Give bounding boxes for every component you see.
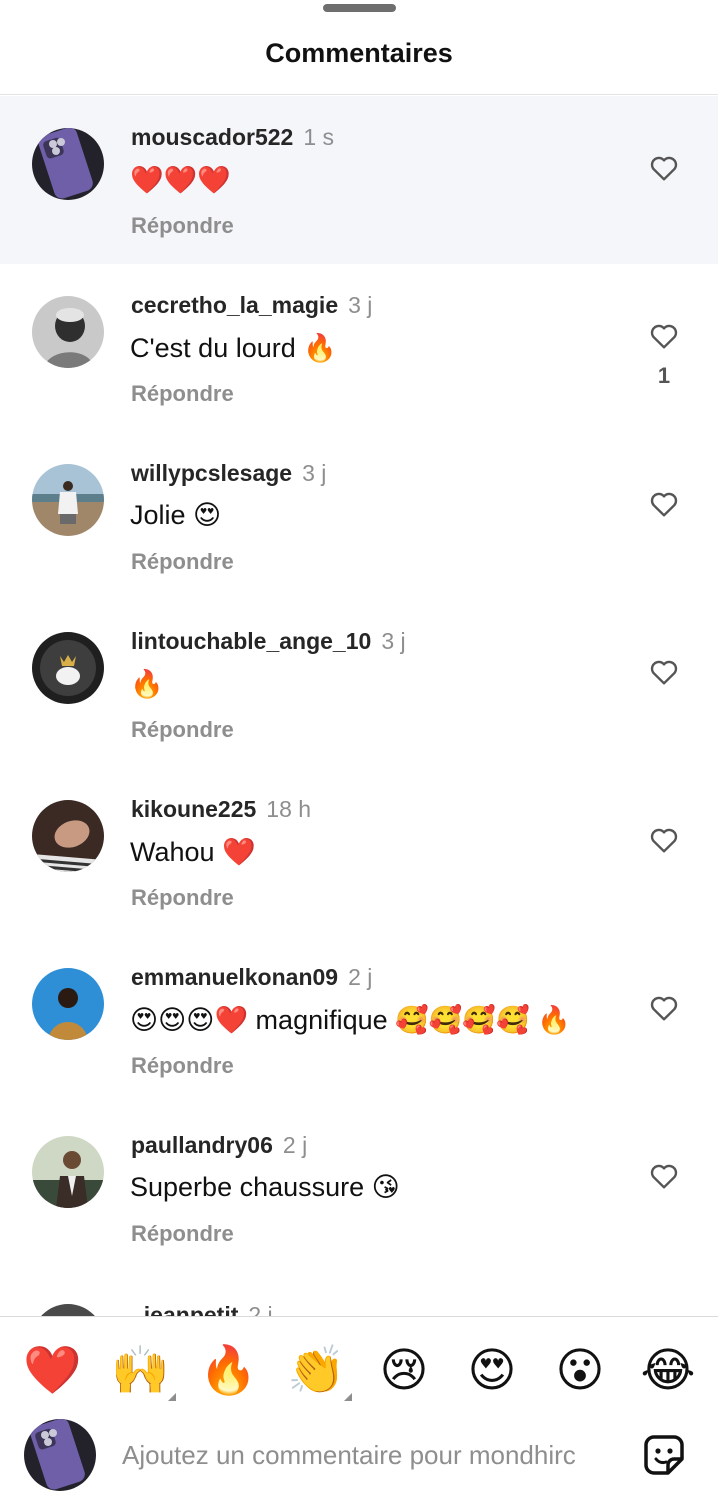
comment-time: 2 j [248,1302,273,1316]
comment-item-partial: _jeanpetit 2 j [0,1292,718,1316]
comment-meta: paullandry06 2 j [131,1132,307,1159]
quick-reactions-row: ❤️ 🙌 🔥 👏 😢 😍 😮 😂 [0,1341,718,1401]
comment-username[interactable]: willypcslesage [131,460,292,486]
comment-text: Superbe chaussure 😘 [130,1172,400,1202]
comment-text: ❤️❤️❤️ [130,165,231,195]
comment-username[interactable]: paullandry06 [131,1132,273,1158]
avatar[interactable] [32,128,104,200]
current-user-avatar [24,1419,96,1491]
comment-time: 3 j [302,460,327,486]
person-avatar-image [32,296,104,368]
sticker-smiley-icon[interactable] [640,1431,688,1479]
avatar[interactable] [32,800,104,872]
comment-text: Wahou ❤️ [130,837,256,867]
comment-text: Jolie 😍 [130,500,222,530]
reply-button[interactable]: Répondre [131,885,234,911]
page-title: Commentaires [265,38,453,68]
comment-meta: cecretho_la_magie 3 j [131,292,372,319]
phone-avatar-image [32,128,104,200]
avatar[interactable] [32,632,104,704]
reaction-fire-button[interactable]: 🔥 [199,1341,258,1399]
comment-time: 2 j [348,964,373,990]
heart-outline-icon[interactable] [647,824,681,856]
comment-item: emmanuelkonan09 2 j 😍😍😍❤️ magnifique 🥰🥰🥰🥰… [0,936,718,1104]
comment-time: 3 j [381,628,406,654]
reaction-raised-hands-button[interactable]: 🙌 [111,1341,170,1399]
phone-avatar-image [24,1419,96,1491]
composer-input-row [0,1417,718,1497]
reaction-clap-button[interactable]: 👏 [287,1341,346,1399]
comment-time: 2 j [282,1132,308,1158]
comment-username[interactable]: kikoune225 [131,796,256,822]
reaction-surprised-button[interactable]: 😮 [551,1341,609,1399]
comment-meta: _jeanpetit 2 j [131,1302,273,1316]
comment-meta: emmanuelkonan09 2 j [131,964,372,991]
avatar[interactable] [32,968,104,1040]
dark-avatar-image [32,632,104,704]
person-avatar-image [32,1136,104,1208]
comments-header: Commentaires [0,0,718,95]
skin-tone-indicator [168,1393,176,1401]
comment-composer-bar: ❤️ 🙌 🔥 👏 😢 😍 😮 😂 [0,1316,718,1512]
comment-item: kikoune225 18 h Wahou ❤️ Répondre [0,768,718,936]
comment-meta: lintouchable_ange_10 3 j [131,628,406,655]
heart-outline-icon[interactable] [647,320,681,352]
reply-button[interactable]: Répondre [131,717,234,743]
heart-outline-icon[interactable] [647,1160,681,1192]
comment-item: mouscador522 1 s ❤️❤️❤️ Répondre [0,96,718,264]
comment-input[interactable] [122,1433,614,1477]
comment-text: C'est du lourd 🔥 [130,333,337,363]
heart-outline-icon[interactable] [647,992,681,1024]
like-count: 1 [657,363,671,388]
heart-outline-icon[interactable] [647,152,681,184]
comment-username[interactable]: cecretho_la_magie [131,292,338,318]
comment-item: lintouchable_ange_10 3 j 🔥 Répondre [0,600,718,768]
comment-meta: kikoune225 18 h [131,796,311,823]
reply-button[interactable]: Répondre [131,381,234,407]
comment-username[interactable]: lintouchable_ange_10 [131,628,371,654]
avatar[interactable] [32,464,104,536]
beach-avatar-image [32,464,104,536]
comment-meta: mouscador522 1 s [131,124,334,151]
reply-button[interactable]: Répondre [131,549,234,575]
reaction-laughing-button[interactable]: 😂 [639,1341,697,1399]
person-avatar-image [32,968,104,1040]
avatar[interactable] [32,1304,104,1316]
comment-item: cecretho_la_magie 3 j C'est du lourd 🔥 Ré… [0,264,718,432]
skin-tone-indicator [344,1393,352,1401]
comment-meta: willypcslesage 3 j [131,460,326,487]
reaction-crying-button[interactable]: 😢 [375,1341,433,1399]
avatar[interactable] [32,296,104,368]
comment-username[interactable]: emmanuelkonan09 [131,964,338,990]
comment-time: 1 s [303,124,335,150]
heart-outline-icon[interactable] [647,488,681,520]
comment-text: 🔥 [130,669,164,699]
heart-outline-icon[interactable] [647,656,681,688]
reaction-heart-button[interactable]: ❤️ [23,1341,82,1399]
reply-button[interactable]: Répondre [131,1221,234,1247]
comment-username[interactable]: mouscador522 [131,124,293,150]
comment-time: 18 h [266,796,312,822]
avatar[interactable] [32,1136,104,1208]
comment-username[interactable]: _jeanpetit [131,1302,238,1316]
reply-button[interactable]: Répondre [131,1053,234,1079]
person-avatar-image [32,800,104,872]
comment-item: paullandry06 2 j Superbe chaussure 😘 Répo… [0,1104,718,1272]
comment-time: 3 j [348,292,373,318]
reply-button[interactable]: Répondre [131,213,234,239]
comment-item: willypcslesage 3 j Jolie 😍 Répondre [0,432,718,600]
comment-list[interactable]: mouscador522 1 s ❤️❤️❤️ Répondre cecretho… [0,96,718,1316]
reaction-heart-eyes-button[interactable]: 😍 [463,1341,521,1399]
comment-text: 😍😍😍❤️ magnifique 🥰🥰🥰🥰 🔥 [130,1005,571,1035]
